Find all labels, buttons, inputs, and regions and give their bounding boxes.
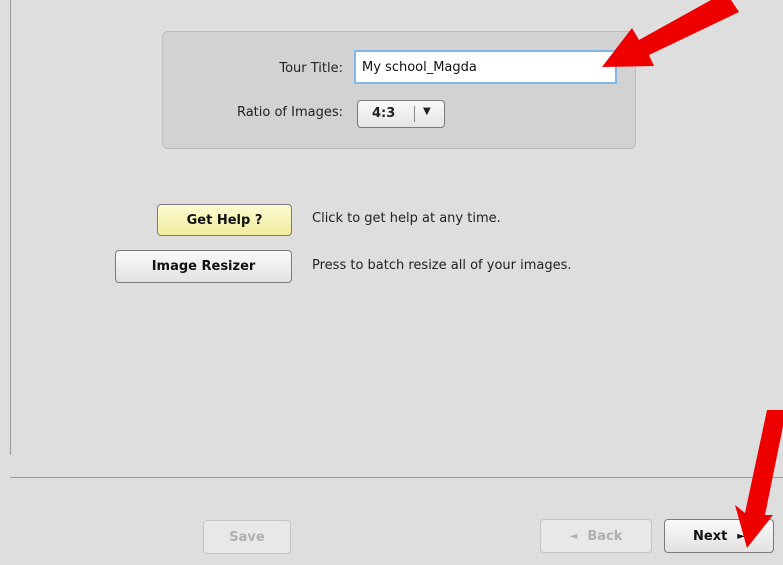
back-button[interactable]: ◄ Back [540, 519, 652, 553]
ratio-selected-value: 4:3 [372, 106, 396, 121]
tour-title-label: Tour Title: [279, 61, 343, 76]
tour-title-input[interactable] [354, 50, 617, 84]
settings-panel: Tour Title: Ratio of Images: 4:3 ▼ [162, 31, 636, 149]
next-label: Next [693, 528, 728, 544]
next-button[interactable]: Next ► [664, 519, 774, 553]
left-divider [10, 0, 11, 455]
footer-divider [10, 477, 783, 478]
next-arrow-icon: ► [737, 530, 745, 542]
get-help-button[interactable]: Get Help ? [157, 204, 292, 236]
chevron-down-icon: ▼ [423, 106, 431, 117]
resizer-description: Press to batch resize all of your images… [312, 258, 572, 273]
image-resizer-button[interactable]: Image Resizer [115, 250, 292, 283]
dropdown-divider [414, 106, 415, 122]
save-button[interactable]: Save [203, 520, 291, 554]
ratio-dropdown[interactable]: 4:3 ▼ [357, 100, 445, 128]
back-arrow-icon: ◄ [569, 530, 578, 542]
help-description: Click to get help at any time. [312, 211, 501, 226]
back-label: Back [587, 528, 623, 544]
ratio-label: Ratio of Images: [236, 105, 343, 120]
